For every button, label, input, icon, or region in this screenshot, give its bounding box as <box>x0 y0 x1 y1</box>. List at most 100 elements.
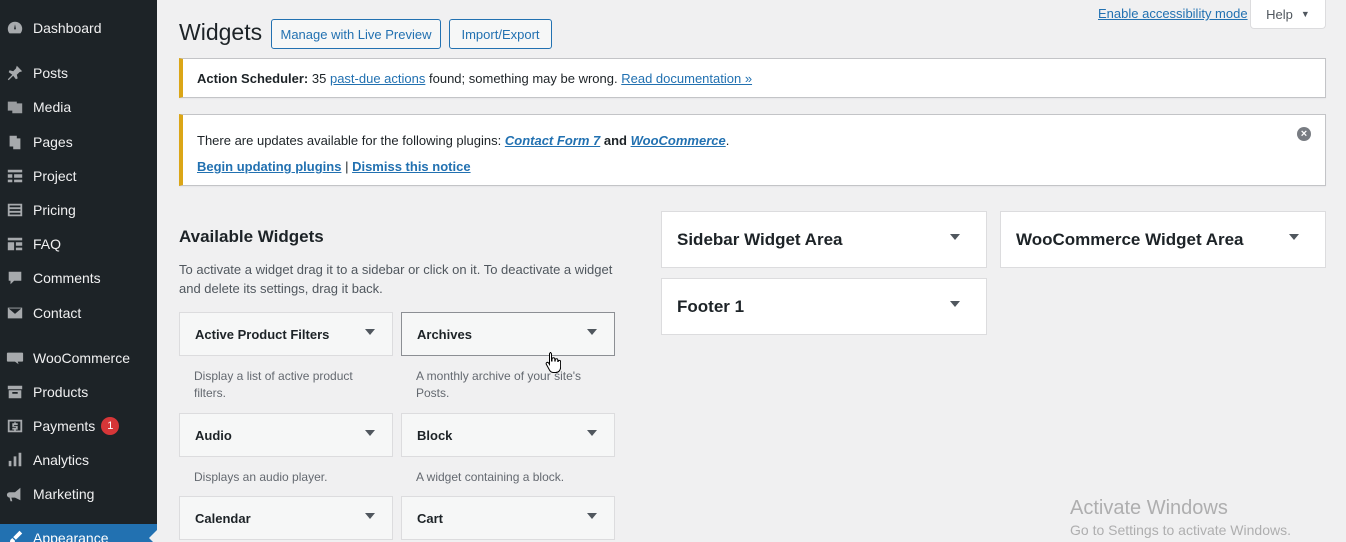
sidebar-item-label: Marketing <box>33 486 95 502</box>
sidebar-item-pages[interactable]: Pages <box>0 128 157 156</box>
woocommerce-plugin-link[interactable]: WooCommerce <box>631 133 726 148</box>
caret-down-icon[interactable] <box>1289 234 1299 240</box>
pin-icon <box>5 63 25 83</box>
caret-down-icon[interactable] <box>365 513 375 519</box>
available-widgets-title: Available Widgets <box>179 227 324 246</box>
sidebar-item-label: Payments <box>33 418 96 434</box>
media-icon <box>5 97 25 117</box>
widget-area-woocommerce[interactable]: WooCommerce Widget Area <box>1000 211 1326 268</box>
megaphone-icon <box>5 484 25 504</box>
widget-title: Block <box>417 427 453 443</box>
caret-down-icon[interactable] <box>587 329 597 335</box>
sidebar-item-analytics[interactable]: Analytics <box>0 446 157 474</box>
available-widgets-description: To activate a widget drag it to a sideba… <box>179 262 613 296</box>
hand-cursor-icon <box>545 352 561 373</box>
manage-live-preview-button[interactable]: Manage with Live Preview <box>271 19 441 49</box>
widget-title: Archives <box>417 326 472 342</box>
widget-area-title: WooCommerce Widget Area <box>1016 229 1244 249</box>
pages-icon <box>5 132 25 152</box>
sidebar-item-contact[interactable]: Contact <box>0 299 157 327</box>
caret-down-icon[interactable] <box>950 234 960 240</box>
sidebar-item-appearance[interactable]: Appearance <box>0 524 157 542</box>
dollar-icon <box>5 416 25 436</box>
widget-active-product-filters[interactable]: Active Product Filters <box>179 312 393 356</box>
admin-sidebar: Dashboard Posts Media Pages Project Pric… <box>0 0 157 542</box>
sidebar-item-woocommerce[interactable]: WooCommerce <box>0 344 157 372</box>
notice-middle-text: found; something may be wrong. <box>429 71 618 86</box>
faq-icon <box>5 234 25 254</box>
activate-windows-subtitle: Go to Settings to activate Windows. <box>1070 522 1291 538</box>
caret-down-icon: ▼ <box>1300 9 1310 19</box>
widget-area-sidebar[interactable]: Sidebar Widget Area <box>661 211 987 268</box>
help-tab-button[interactable]: Help ▼ <box>1250 0 1326 29</box>
caret-down-icon[interactable] <box>950 301 960 307</box>
dismiss-icon[interactable]: × <box>1297 127 1311 141</box>
caret-down-icon[interactable] <box>365 329 375 335</box>
dismiss-notice-link[interactable]: Dismiss this notice <box>352 159 470 174</box>
widget-calendar[interactable]: Calendar <box>179 496 393 540</box>
sidebar-item-payments[interactable]: Payments 1 <box>0 412 157 440</box>
sidebar-item-label: Pages <box>33 134 73 150</box>
begin-updating-plugins-link[interactable]: Begin updating plugins <box>197 159 341 174</box>
sidebar-item-label: Appearance <box>33 530 109 542</box>
past-due-count: 35 <box>311 71 327 86</box>
widget-area-title: Footer 1 <box>677 296 745 316</box>
notice-and-text: and <box>603 133 627 148</box>
notice-text: Action Scheduler: 35 past-due actions fo… <box>197 71 752 86</box>
dashboard-icon <box>5 18 25 38</box>
sidebar-item-marketing[interactable]: Marketing <box>0 480 157 508</box>
widget-title: Calendar <box>195 510 251 526</box>
link-separator: | <box>345 159 349 174</box>
sidebar-item-label: Project <box>33 168 77 184</box>
active-indicator <box>149 530 157 542</box>
read-documentation-link[interactable]: Read documentation » <box>621 71 752 86</box>
paintbrush-icon <box>5 528 25 542</box>
sidebar-item-label: Products <box>33 384 89 400</box>
notice-period: . <box>725 133 730 148</box>
mail-icon <box>5 303 25 323</box>
sidebar-item-dashboard[interactable]: Dashboard <box>0 14 157 42</box>
sidebar-item-label: Pricing <box>33 202 76 218</box>
bar-chart-icon <box>5 450 25 470</box>
notification-badge: 1 <box>101 417 120 435</box>
page-title: Widgets <box>179 19 263 45</box>
sidebar-item-media[interactable]: Media <box>0 93 157 121</box>
sidebar-item-label: Comments <box>33 270 101 286</box>
sidebar-item-label: Contact <box>33 305 82 321</box>
sidebar-item-label: Analytics <box>33 452 90 468</box>
help-label: Help <box>1266 6 1293 22</box>
widget-block[interactable]: Block <box>401 413 615 457</box>
widget-title: Audio <box>195 427 232 443</box>
widget-description: A monthly archive of your site's Posts. <box>416 369 582 400</box>
caret-down-icon[interactable] <box>587 513 597 519</box>
sidebar-item-comments[interactable]: Comments <box>0 264 157 292</box>
import-export-button[interactable]: Import/Export <box>449 19 552 49</box>
caret-down-icon[interactable] <box>587 430 597 436</box>
sidebar-item-project[interactable]: Project <box>0 162 157 190</box>
notice-label: Action Scheduler: <box>197 71 309 86</box>
widget-area-title: Sidebar Widget Area <box>677 229 843 249</box>
widget-area-footer-1[interactable]: Footer 1 <box>661 278 987 335</box>
widget-audio[interactable]: Audio <box>179 413 393 457</box>
widget-cart[interactable]: Cart <box>401 496 615 540</box>
sidebar-item-posts[interactable]: Posts <box>0 59 157 87</box>
contact-form-7-link[interactable]: Contact Form 7 <box>505 133 600 148</box>
notice-actions: Begin updating plugins | Dismiss this no… <box>197 159 471 174</box>
sidebar-item-label: Dashboard <box>33 20 102 36</box>
archive-box-icon <box>5 382 25 402</box>
widget-description: A widget containing a block. <box>416 470 565 484</box>
widget-archives[interactable]: Archives <box>401 312 615 356</box>
widget-title: Cart <box>417 510 444 526</box>
sidebar-item-label: FAQ <box>33 236 62 252</box>
past-due-actions-link[interactable]: past-due actions <box>330 71 425 86</box>
enable-accessibility-link[interactable]: Enable accessibility mode <box>1098 6 1248 21</box>
widget-description: Display a list of active product filters… <box>194 369 353 400</box>
plugin-updates-notice: There are updates available for the foll… <box>179 114 1326 186</box>
activate-windows-title: Activate Windows <box>1070 497 1228 519</box>
widget-description: Displays an audio player. <box>194 470 328 484</box>
sidebar-item-label: WooCommerce <box>33 350 130 366</box>
sidebar-item-products[interactable]: Products <box>0 378 157 406</box>
sidebar-item-faq[interactable]: FAQ <box>0 230 157 258</box>
caret-down-icon[interactable] <box>365 430 375 436</box>
sidebar-item-pricing[interactable]: Pricing <box>0 196 157 224</box>
